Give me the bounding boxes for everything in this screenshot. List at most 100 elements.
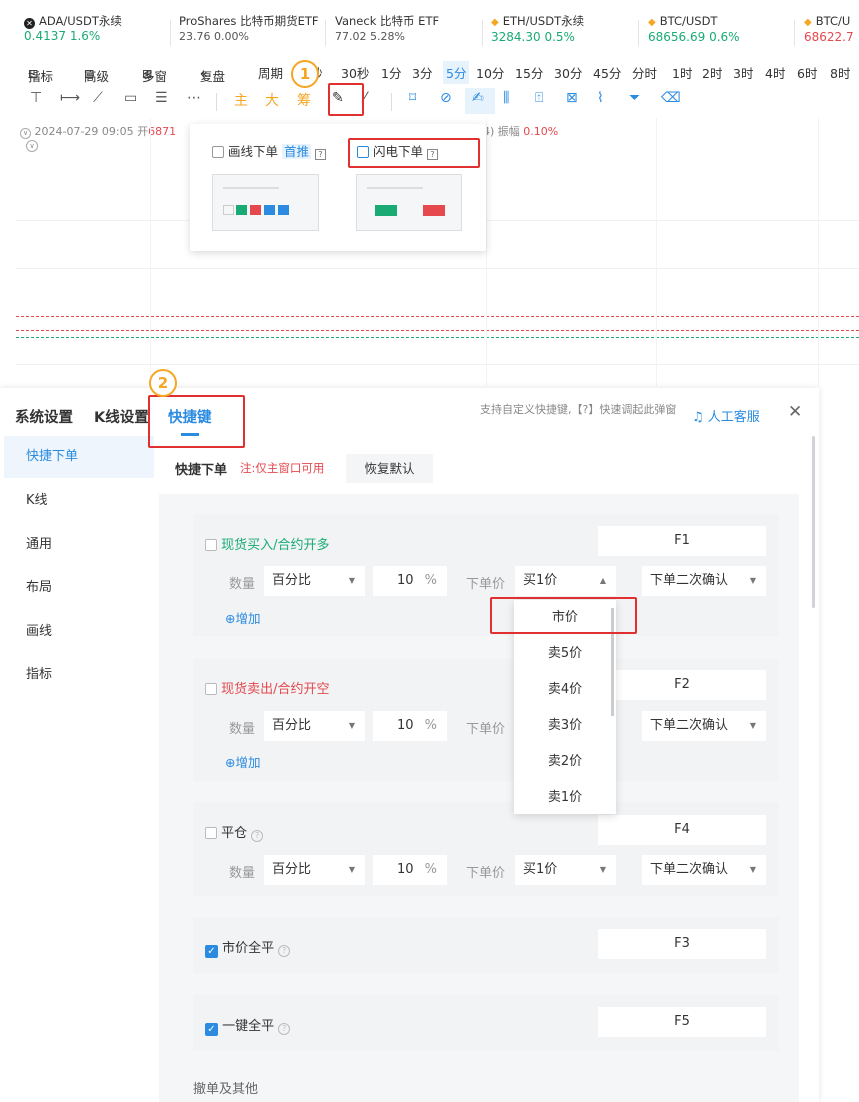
period-option[interactable]: 3分 bbox=[412, 63, 432, 82]
rectangle-icon[interactable]: ▭ bbox=[124, 90, 137, 106]
segment-icon[interactable]: ⟼ bbox=[60, 90, 80, 106]
close-qty-input[interactable]: 10% bbox=[373, 855, 447, 885]
chip-toggle[interactable]: 筹 bbox=[297, 90, 311, 110]
check-icon[interactable]: ✓ bbox=[205, 1023, 218, 1036]
sell-add-button[interactable]: ⊕增加 bbox=[225, 752, 261, 771]
period-option[interactable]: 5分 bbox=[443, 61, 470, 84]
lock-icon[interactable]: ⍐ bbox=[535, 90, 543, 106]
period-option[interactable]: 1时 bbox=[672, 63, 692, 82]
step-2-marker: 2 bbox=[149, 369, 177, 397]
period-option[interactable]: 1分 bbox=[381, 63, 401, 82]
ticker-eth[interactable]: ◆ ETH/USDT永续 3284.30 0.5% bbox=[491, 14, 584, 54]
sell-confirm-select[interactable]: 下单二次确认 ▼ bbox=[642, 711, 766, 741]
period-option[interactable]: 10分 bbox=[476, 63, 504, 82]
period-option[interactable]: 3时 bbox=[733, 63, 753, 82]
period-option[interactable]: 8时 bbox=[830, 63, 850, 82]
sidebar-item-drawing[interactable]: 画线 bbox=[4, 611, 154, 653]
period-option[interactable]: 分时 bbox=[632, 63, 657, 82]
restore-default-button[interactable]: 恢复默认 bbox=[346, 454, 433, 483]
line-order-option[interactable]: 画线下单 首推 ? bbox=[212, 141, 326, 160]
period-option[interactable]: 15分 bbox=[515, 63, 543, 82]
tab-kline-settings[interactable]: K线设置 bbox=[94, 406, 149, 427]
period-option[interactable]: 2时 bbox=[702, 63, 722, 82]
close-confirm-select[interactable]: 下单二次确认 ▼ bbox=[642, 855, 766, 885]
paperclip-icon[interactable]: ⌇ bbox=[597, 90, 604, 106]
big-toggle[interactable]: 大 bbox=[265, 90, 279, 110]
sidebar-item-layout[interactable]: 布局 bbox=[4, 567, 154, 609]
bookmark-icon[interactable]: ⌑ bbox=[409, 90, 416, 106]
line-order-preview[interactable] bbox=[212, 174, 319, 231]
sidebar-item-quick-order[interactable]: 快捷下单 bbox=[4, 436, 154, 478]
help-icon[interactable]: ? bbox=[278, 1023, 291, 1035]
close-position-option[interactable]: 平仓? bbox=[205, 822, 264, 842]
filter-icon[interactable]: ⏷ bbox=[629, 90, 640, 106]
dropdown-option[interactable]: 卖3价 bbox=[514, 708, 616, 744]
qty-label: 数量 bbox=[229, 866, 256, 881]
ticker-proshares[interactable]: ProShares 比特币期货ETF 23.76 0.00% bbox=[179, 14, 318, 54]
highlight-market-price bbox=[490, 597, 637, 634]
parallel-lines-icon[interactable]: ☰ bbox=[155, 90, 168, 106]
dropdown-option[interactable]: 卖5价 bbox=[514, 636, 616, 672]
close-icon[interactable]: ✕ bbox=[788, 402, 802, 422]
ticker-name: ProShares 比特币期货ETF bbox=[179, 14, 319, 28]
dropdown-option[interactable]: 卖4价 bbox=[514, 672, 616, 708]
market-close-option[interactable]: ✓ 市价全平? bbox=[205, 937, 291, 958]
ticker-btc[interactable]: ◆ BTC/USDT 68656.69 0.6% bbox=[648, 14, 740, 54]
close-qty-type-select[interactable]: 百分比 ▼ bbox=[264, 855, 365, 885]
pen-icon[interactable]: ✍ bbox=[472, 90, 484, 106]
collapse-icon[interactable]: ∨ bbox=[20, 128, 31, 139]
sell-checkbox[interactable] bbox=[205, 683, 217, 695]
period-label: 周期 bbox=[258, 66, 284, 81]
buy-option[interactable]: 现货买入/合约开多 bbox=[205, 534, 330, 553]
sell-hotkey-field[interactable]: F2 bbox=[598, 670, 766, 700]
close-all-hotkey-field[interactable]: F5 bbox=[598, 1007, 766, 1037]
main-toggle[interactable]: 主 bbox=[234, 90, 248, 110]
help-icon[interactable]: ? bbox=[251, 830, 264, 842]
sell-option[interactable]: 现货卖出/合约开空 bbox=[205, 678, 330, 697]
dropdown-option[interactable]: 卖1价 bbox=[514, 780, 616, 816]
sell-qty-type-select[interactable]: 百分比 ▼ bbox=[264, 711, 365, 741]
tab-system-settings[interactable]: 系统设置 bbox=[15, 406, 73, 427]
expand-icon[interactable]: ∨ bbox=[26, 140, 38, 152]
close-price-select[interactable]: 买1价 ▼ bbox=[515, 855, 616, 885]
close-all-option[interactable]: ✓ 一键全平? bbox=[205, 1015, 291, 1036]
buy-add-button[interactable]: ⊕增加 bbox=[225, 608, 261, 627]
dropdown-option[interactable]: 卖2价 bbox=[514, 744, 616, 780]
period-option[interactable]: 30秒 bbox=[341, 63, 369, 82]
close-hotkey-field[interactable]: F4 bbox=[598, 815, 766, 845]
sidebar-item-indicator[interactable]: 指标 bbox=[4, 654, 154, 696]
trash-icon[interactable]: ⌫ bbox=[661, 90, 681, 106]
period-option[interactable]: 4时 bbox=[765, 63, 785, 82]
buy-qty-type-select[interactable]: 百分比 ▼ bbox=[264, 566, 365, 596]
help-icon[interactable]: ? bbox=[314, 149, 326, 160]
sidebar-item-kline[interactable]: K线 bbox=[4, 480, 154, 522]
market-close-hotkey-field[interactable]: F3 bbox=[598, 929, 766, 959]
note-icon[interactable]: ⊠ bbox=[566, 90, 578, 106]
more-icon[interactable]: ⋯ bbox=[187, 90, 201, 106]
ticker-ada[interactable]: ✕ ADA/USDT永续 0.4137 1.6% bbox=[24, 14, 122, 54]
buy-price-select[interactable]: 买1价 ▲ bbox=[515, 566, 616, 596]
dialog-scrollbar[interactable] bbox=[812, 436, 815, 608]
buy-checkbox[interactable] bbox=[205, 539, 217, 551]
help-icon[interactable]: ? bbox=[278, 945, 291, 957]
flash-order-preview[interactable] bbox=[356, 174, 462, 231]
line-order-checkbox[interactable] bbox=[212, 146, 224, 158]
buy-confirm-select[interactable]: 下单二次确认 ▼ bbox=[642, 566, 766, 596]
period-option[interactable]: 6时 bbox=[797, 63, 817, 82]
period-option[interactable]: 45分 bbox=[593, 63, 621, 82]
customer-service-link[interactable]: ♫ 人工客服 bbox=[692, 406, 760, 425]
candles-icon[interactable]: ⫼ bbox=[503, 90, 509, 106]
horizontal-ray-icon[interactable]: ⊤ bbox=[30, 90, 42, 106]
buy-hotkey-field[interactable]: F1 bbox=[598, 526, 766, 556]
link-icon[interactable]: ⊘ bbox=[440, 90, 452, 106]
ticker-btc-2[interactable]: ◆ BTC/U 68622.7 bbox=[804, 14, 854, 54]
buy-qty-input[interactable]: 10% bbox=[373, 566, 447, 596]
close-position-checkbox[interactable] bbox=[205, 827, 217, 839]
sell-qty-input[interactable]: 10% bbox=[373, 711, 447, 741]
sidebar-item-general[interactable]: 通用 bbox=[4, 524, 154, 566]
line-icon[interactable]: ⟋ bbox=[93, 90, 103, 106]
ticker-vaneck[interactable]: Vaneck 比特币 ETF 77.02 5.28% bbox=[335, 14, 439, 54]
draw-order-icon[interactable]: ⁄ bbox=[364, 90, 366, 106]
period-option[interactable]: 30分 bbox=[554, 63, 582, 82]
check-icon[interactable]: ✓ bbox=[205, 945, 218, 958]
